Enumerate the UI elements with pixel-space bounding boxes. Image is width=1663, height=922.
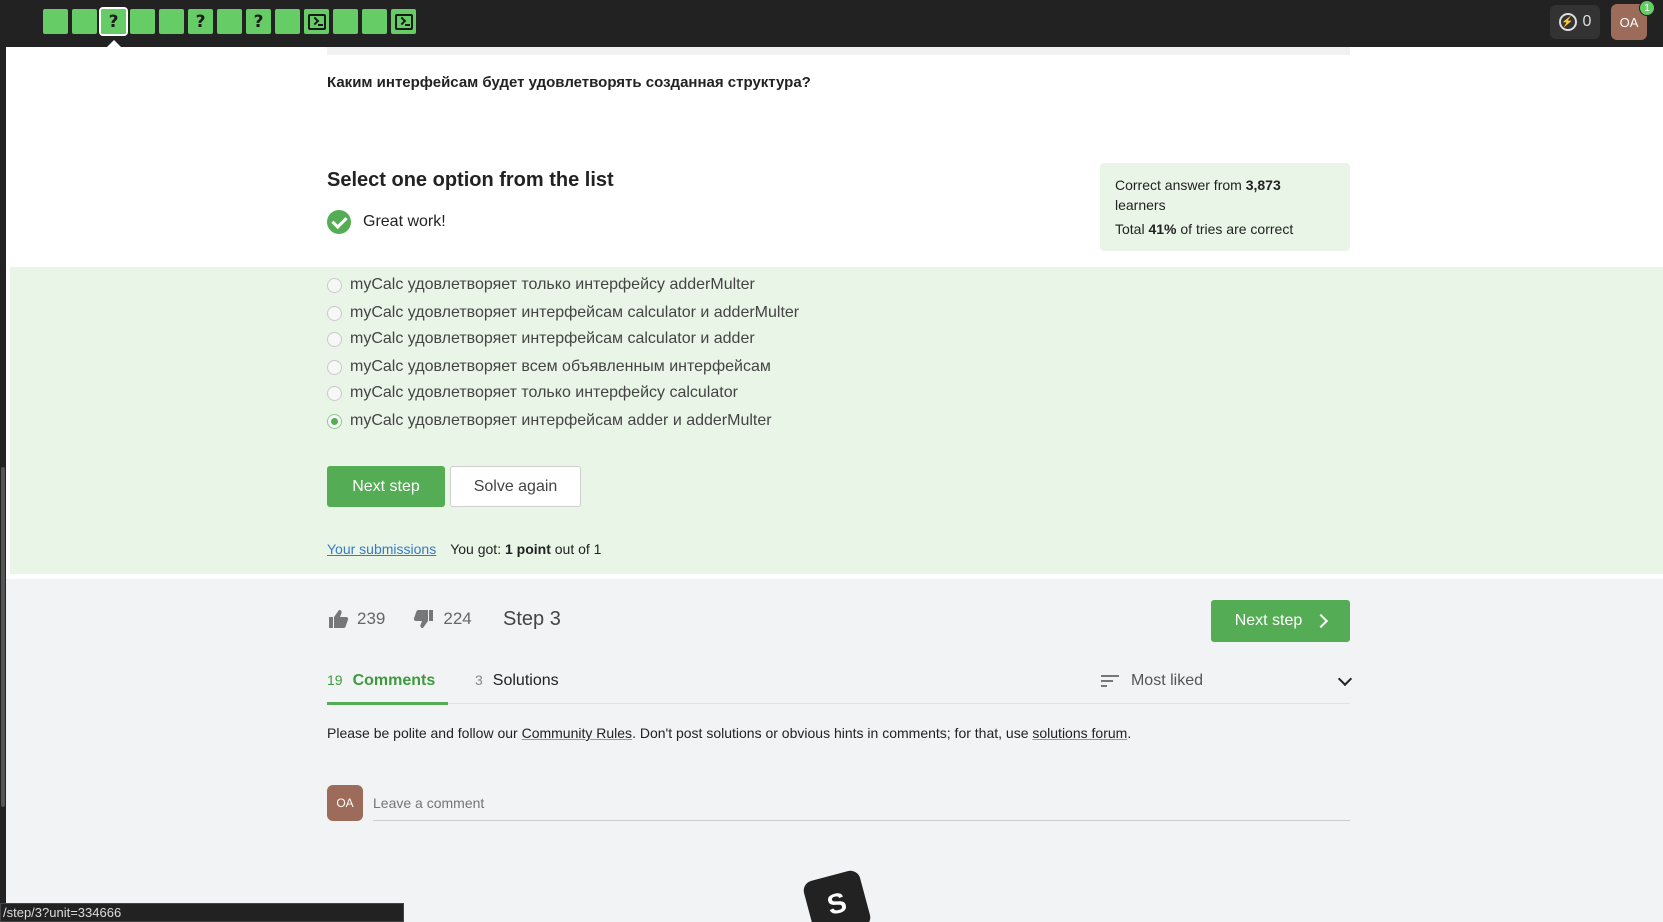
step-label: Step 3: [503, 608, 561, 630]
thumbs-up-icon[interactable]: [327, 608, 349, 630]
top-bar: ??? ⚡ 0 OA 1: [0, 0, 1663, 47]
tab-solutions[interactable]: 3 Solutions: [475, 672, 559, 690]
solutions-forum-link[interactable]: solutions forum: [1032, 725, 1127, 741]
answer-option[interactable]: myCalc удовлетворяет только интерфейсу a…: [327, 276, 755, 294]
option-label: myCalc удовлетворяет всем объявленным ин…: [350, 358, 771, 375]
answer-option[interactable]: myCalc удовлетворяет интерфейсам calcula…: [327, 304, 799, 322]
option-label: myCalc удовлетворяет интерфейсам calcula…: [350, 330, 755, 347]
tab-comments[interactable]: 19 Comments: [327, 672, 435, 690]
community-rules-link[interactable]: Community Rules: [522, 725, 632, 741]
radio-button[interactable]: [327, 359, 342, 375]
answer-option[interactable]: myCalc удовлетворяет только интерфейсу c…: [327, 384, 738, 402]
status-bar-url: /step/3?unit=334666: [0, 903, 404, 922]
comment-composer: OA: [327, 785, 1350, 821]
step-navigation: ???: [43, 7, 416, 47]
stats-line-1: Correct answer from 3,873 learners: [1115, 177, 1281, 213]
thumbs-down-icon[interactable]: [413, 608, 435, 630]
likes-count: 239: [357, 609, 386, 628]
comment-input[interactable]: [373, 785, 1350, 821]
step-item[interactable]: [43, 9, 68, 34]
step-terminal-icon[interactable]: [391, 9, 416, 34]
quiz-title: Select one option from the list: [327, 169, 614, 191]
step-item[interactable]: [217, 9, 242, 34]
content-top-divider: [327, 47, 1350, 55]
option-label: myCalc удовлетворяет интерфейсам calcula…: [350, 304, 800, 321]
chevron-right-icon: [1314, 613, 1329, 629]
your-submissions-link[interactable]: Your submissions: [327, 541, 436, 557]
sort-dropdown[interactable]: Most liked: [1100, 671, 1353, 690]
radio-button[interactable]: [327, 413, 342, 429]
scrollbar-thumb[interactable]: [1, 467, 5, 807]
answers-panel: myCalc удовлетворяет только интерфейсу a…: [10, 267, 1663, 574]
energy-icon: ⚡: [1558, 13, 1577, 31]
sort-icon: [1100, 675, 1119, 687]
step-terminal-icon[interactable]: [304, 9, 329, 34]
step-item[interactable]: [275, 9, 300, 34]
feedback-text: Great work!: [363, 213, 446, 230]
terminal-icon: [307, 13, 326, 30]
discussion-area: [6, 579, 1663, 922]
radio-button[interactable]: [327, 305, 342, 321]
submission-summary: Your submissions You got: 1 point out of…: [327, 541, 601, 557]
radio-button[interactable]: [327, 331, 342, 347]
next-step-label: Next step: [1234, 612, 1303, 629]
next-step-button-footer[interactable]: Next step: [1211, 600, 1350, 642]
active-tab-indicator: [327, 702, 448, 705]
answer-option[interactable]: myCalc удовлетворяет интерфейсам adder и…: [327, 412, 772, 430]
option-label: myCalc удовлетворяет интерфейсам adder и…: [350, 412, 772, 429]
option-label: myCalc удовлетворяет только интерфейсу c…: [350, 384, 738, 401]
question-text: Каким интерфейсам будет удовлетворять со…: [327, 74, 811, 91]
answer-stats: Correct answer from 3,873 learners Total…: [1100, 163, 1350, 251]
feedback-message: Great work!: [327, 210, 446, 234]
next-step-button[interactable]: Next step: [327, 466, 445, 507]
radio-button[interactable]: [327, 385, 342, 401]
check-circle-icon: [327, 210, 351, 234]
step-item[interactable]: [72, 9, 97, 34]
step-question-icon[interactable]: ?: [246, 9, 271, 34]
avatar: OA: [327, 785, 363, 821]
energy-counter[interactable]: ⚡ 0: [1550, 5, 1600, 39]
solve-again-button[interactable]: Solve again: [450, 466, 581, 507]
energy-value: 0: [1582, 13, 1592, 30]
answer-option[interactable]: myCalc удовлетворяет всем объявленным ин…: [327, 358, 771, 376]
step-item[interactable]: [130, 9, 155, 34]
stats-line-2: Total 41% of tries are correct: [1115, 221, 1294, 237]
step-item[interactable]: [333, 9, 358, 34]
step-question-icon[interactable]: ?: [188, 9, 213, 34]
discussion-tabs: 19 Comments 3 Solutions Most liked: [327, 668, 1353, 705]
step-question-icon[interactable]: ?: [99, 7, 128, 47]
vote-bar: 239 224: [327, 608, 472, 630]
score-text: You got: 1 point out of 1: [450, 541, 602, 557]
answer-option[interactable]: myCalc удовлетворяет интерфейсам calcula…: [327, 330, 755, 348]
option-label: myCalc удовлетворяет только интерфейсу a…: [350, 276, 755, 293]
terminal-icon: [394, 13, 413, 30]
step-item[interactable]: [362, 9, 387, 34]
radio-button[interactable]: [327, 277, 342, 293]
step-item[interactable]: [159, 9, 184, 34]
sort-label: Most liked: [1130, 672, 1203, 689]
dislikes-count: 224: [443, 609, 472, 628]
comment-rules: Please be polite and follow our Communit…: [327, 725, 1132, 741]
chevron-down-icon: [1337, 671, 1353, 687]
notification-badge[interactable]: 1: [1639, 0, 1655, 16]
